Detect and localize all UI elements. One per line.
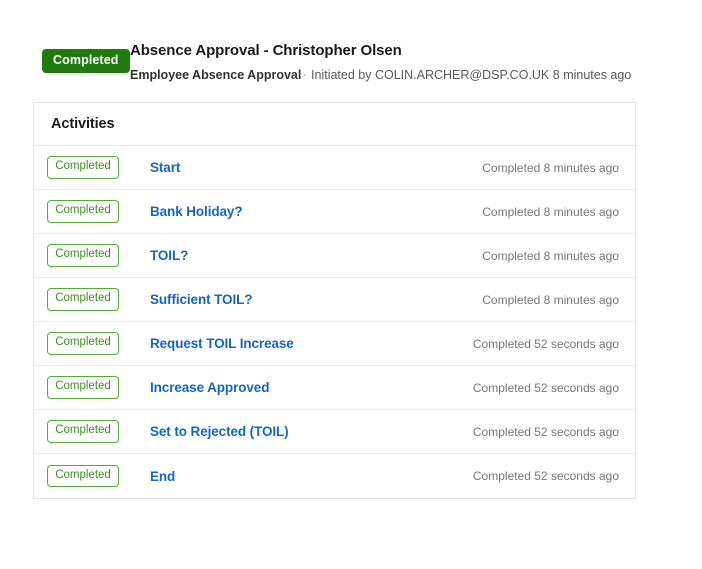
activity-name-link[interactable]: Start	[119, 160, 482, 175]
activity-name-link[interactable]: Increase Approved	[119, 380, 473, 395]
activities-panel: Activities Completed Start Completed 8 min…	[33, 102, 636, 499]
activity-completed-timestamp: Completed 52 seconds ago	[472, 380, 619, 395]
initiated-timestamp: 8 minutes ago	[552, 67, 632, 82]
activities-title: Activities	[51, 116, 115, 132]
activity-row[interactable]: Completed Bank Holiday? Completed 8 minute…	[34, 190, 635, 234]
activity-status-badge: Completed	[47, 376, 119, 399]
subtitle-separator: ·	[302, 67, 307, 82]
activity-row[interactable]: Completed Start Completed 8 minutes ago	[34, 146, 635, 190]
activity-row[interactable]: Completed Sufficient TOIL? Completed 8 min…	[34, 278, 635, 322]
activity-completed-timestamp: Completed 8 minutes ago	[482, 248, 619, 263]
activity-status-badge: Completed	[47, 244, 119, 267]
device-bezel-frame: Completed Absence Approval - Christopher…	[0, 0, 702, 569]
workflow-header-texts: Absence Approval - Christopher Olsen Emp…	[130, 42, 645, 83]
workflow-header: Completed Absence Approval - Christopher…	[23, 20, 648, 98]
workflow-subtitle: Employee Absence Approval· Initiated by …	[130, 67, 645, 83]
workflow-detail-card: Completed Absence Approval - Christopher…	[23, 20, 648, 516]
activity-name-link[interactable]: Request TOIL Increase	[119, 336, 473, 351]
activity-name-link[interactable]: Sufficient TOIL?	[119, 292, 482, 307]
activity-status-badge: Completed	[47, 156, 119, 179]
process-name: Employee Absence Approval	[130, 67, 302, 82]
activity-status-badge: Completed	[47, 420, 119, 443]
activity-completed-timestamp: Completed 8 minutes ago	[482, 204, 619, 219]
activity-name-link[interactable]: TOIL?	[119, 248, 482, 263]
activities-panel-header: Activities	[34, 103, 635, 146]
activities-list: Completed Start Completed 8 minutes ago Com…	[34, 146, 635, 498]
activity-completed-timestamp: Completed 52 seconds ago	[472, 469, 619, 483]
activity-row[interactable]: Completed Request TOIL Increase Completed …	[34, 322, 635, 366]
initiator-email: COLIN.ARCHER@DSP.CO.UK	[374, 67, 550, 82]
activity-status-badge: Completed	[47, 288, 119, 311]
activity-name-link[interactable]: Set to Rejected (TOIL)	[119, 424, 473, 439]
activity-status-badge: Completed	[47, 464, 119, 488]
workflow-status-badge: Completed	[42, 49, 130, 73]
activity-status-badge: Completed	[47, 332, 119, 355]
activity-row[interactable]: Completed Set to Rejected (TOIL) Completed…	[34, 410, 635, 454]
page-title: Absence Approval - Christopher Olsen	[130, 42, 402, 59]
activity-name-link[interactable]: Bank Holiday?	[119, 204, 482, 219]
activity-completed-timestamp: Completed 52 seconds ago	[472, 336, 619, 351]
activity-row[interactable]: Completed TOIL? Completed 8 minutes ago	[34, 234, 635, 278]
activity-name-link[interactable]: End	[119, 469, 473, 484]
activity-status-badge: Completed	[47, 200, 119, 223]
activity-row[interactable]: Completed End Completed 52 seconds ago	[34, 454, 635, 498]
activity-completed-timestamp: Completed 52 seconds ago	[472, 424, 619, 439]
activity-completed-timestamp: Completed 8 minutes ago	[482, 160, 619, 175]
activity-row[interactable]: Completed Increase Approved Completed 52 s…	[34, 366, 635, 410]
activity-completed-timestamp: Completed 8 minutes ago	[482, 292, 619, 307]
initiated-by-label: Initiated by	[311, 67, 372, 82]
